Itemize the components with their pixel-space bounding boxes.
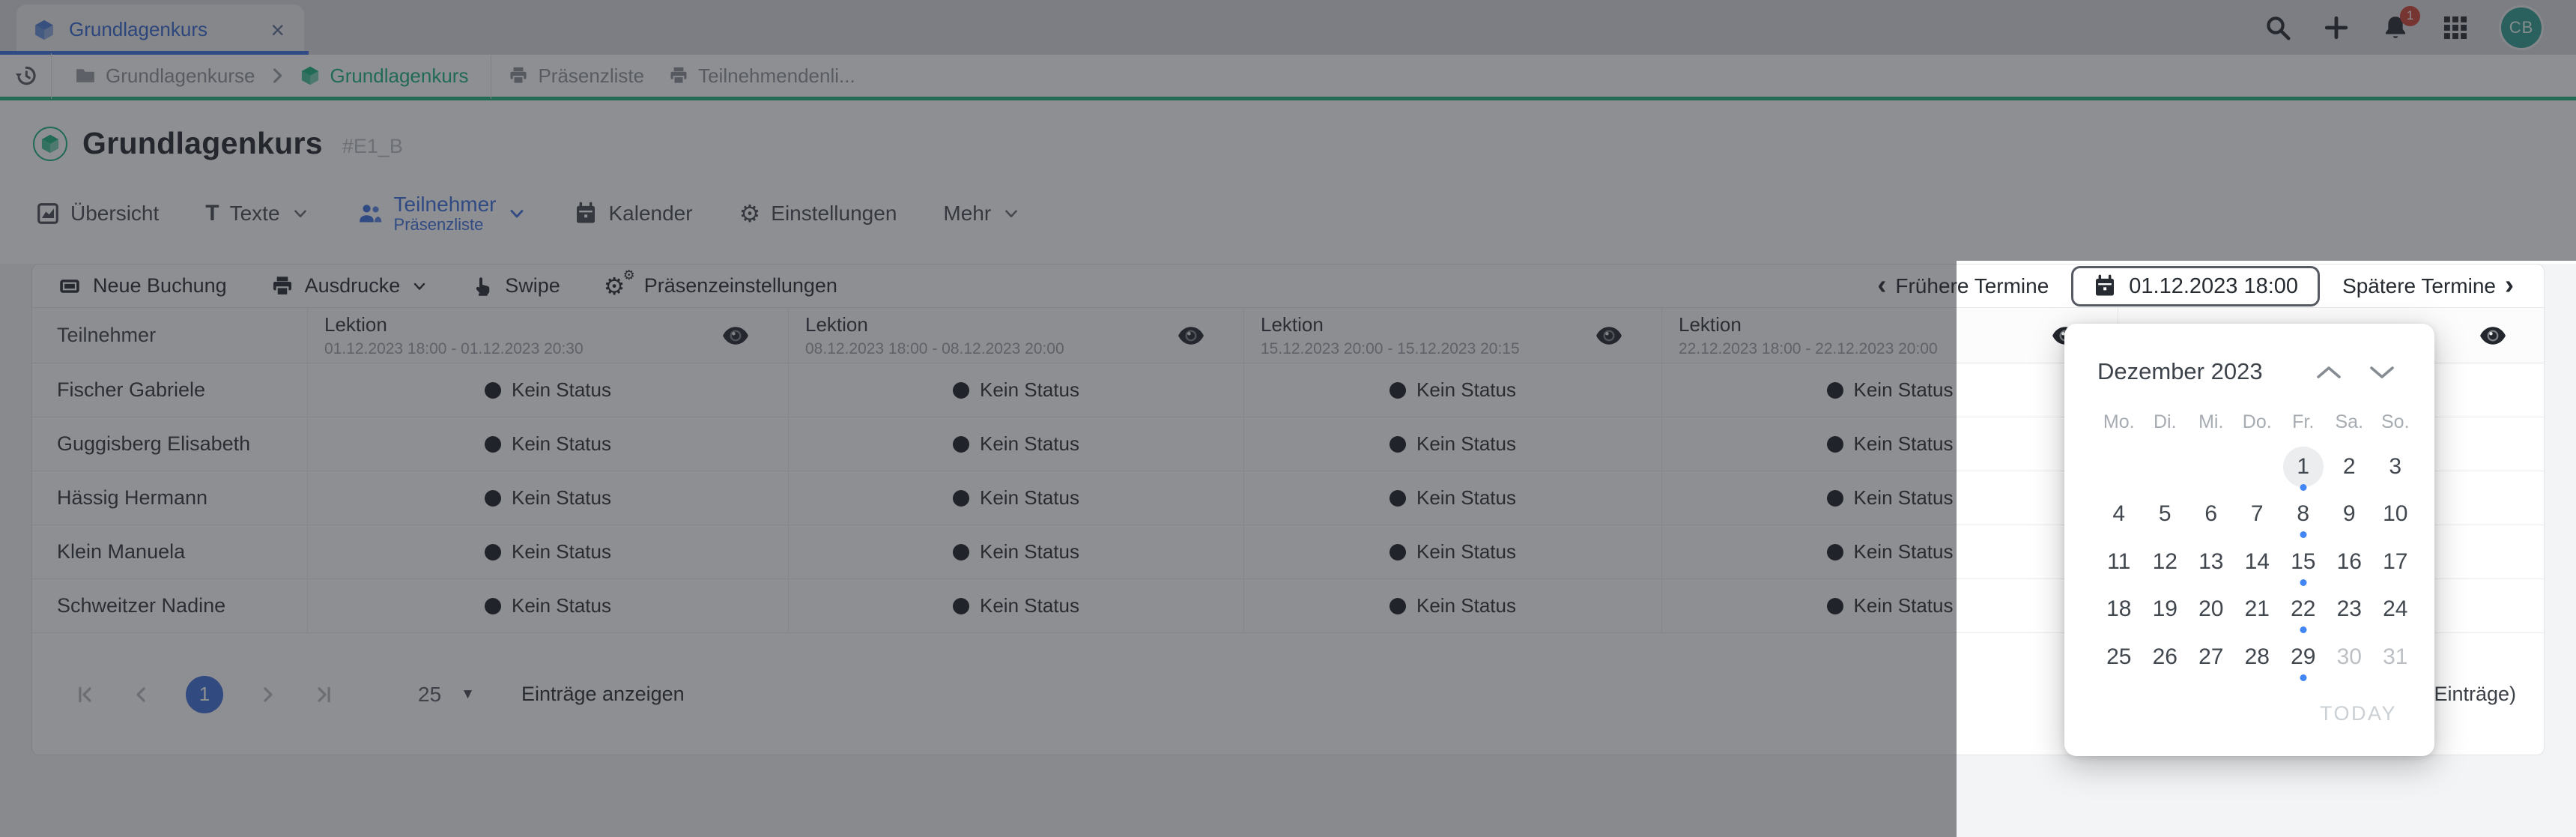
calendar-day[interactable]: 17 (2372, 538, 2419, 586)
calendar-day[interactable]: 4 (2096, 491, 2142, 539)
app-window: Grundlagenkurs × 1 CB Grundlagenkurse (0, 0, 2576, 837)
calendar-day (2096, 443, 2142, 491)
weekday-label: Mi. (2198, 411, 2224, 432)
calendar-day[interactable]: 25 (2096, 633, 2142, 681)
event-dot (2300, 531, 2307, 538)
calendar-day[interactable]: 27 (2188, 633, 2234, 681)
weekday-label: Fr. (2292, 411, 2315, 432)
calendar-day[interactable]: 8 (2280, 491, 2327, 538)
calendar-day-disabled: 31 (2383, 644, 2408, 669)
weekday-label: Sa. (2335, 411, 2364, 432)
calendar-day[interactable]: 3 (2372, 443, 2419, 491)
calendar-day[interactable]: 26 (2142, 633, 2189, 681)
calendar-month-label: Dezember 2023 (2097, 358, 2263, 384)
weekday-label: Do. (2242, 411, 2272, 432)
lesson-date-navigation: ‹ Frühere Termine 01.12.2023 18:00 Späte… (1877, 265, 2514, 308)
calendar-day[interactable]: 21 (2234, 586, 2281, 634)
button-label: Spätere Termine (2342, 274, 2496, 297)
visibility-eye-icon[interactable] (2479, 324, 2506, 347)
calendar-day[interactable]: 19 (2142, 586, 2189, 634)
calendar-day[interactable]: 24 (2372, 586, 2419, 634)
event-dot (2300, 483, 2307, 491)
calendar-day (2188, 443, 2234, 491)
calendar-day[interactable]: 22 (2280, 586, 2327, 633)
today-button[interactable]: TODAY (2320, 702, 2397, 725)
calendar-day (2142, 443, 2189, 491)
calendar-weekday-row: Mo. Di. Mi. Do. Fr. Sa. So. (2096, 411, 2419, 433)
event-dot (2300, 578, 2307, 586)
calendar-day[interactable]: 13 (2188, 538, 2234, 586)
calendar-day[interactable]: 6 (2188, 491, 2234, 539)
calendar-day[interactable]: 11 (2096, 538, 2142, 586)
calendar-icon (2093, 274, 2117, 298)
event-dot (2300, 674, 2307, 681)
modal-dim-overlay[interactable] (0, 261, 1957, 837)
calendar-day-disabled: 30 (2336, 644, 2362, 669)
calendar-day-grid: 1 2 3 4 5 6 7 8 9 10 11 12 13 14 15 16 1… (2096, 443, 2419, 681)
calendar-day[interactable]: 29 (2280, 633, 2327, 681)
weekday-label: Mo. (2103, 411, 2135, 432)
current-date-button[interactable]: 01.12.2023 18:00 (2071, 266, 2321, 306)
calendar-day-selected[interactable]: 1 (2280, 443, 2327, 491)
calendar-day[interactable]: 9 (2327, 491, 2373, 539)
calendar-day[interactable]: 14 (2234, 538, 2281, 586)
calendar-day[interactable]: 12 (2142, 538, 2189, 586)
calendar-day[interactable]: 20 (2188, 586, 2234, 634)
calendar-day[interactable]: 18 (2096, 586, 2142, 634)
modal-dim-overlay[interactable] (0, 0, 2576, 261)
previous-month-icon[interactable] (2314, 363, 2344, 382)
calendar-day[interactable]: 28 (2234, 633, 2281, 681)
weekday-label: So. (2380, 411, 2410, 432)
current-date-value: 01.12.2023 18:00 (2129, 274, 2299, 298)
weekday-label: Di. (2153, 411, 2177, 432)
date-picker-popover: Dezember 2023 Mo. Di. Mi. Do. Fr. Sa. So… (2064, 324, 2434, 756)
calendar-day[interactable]: 15 (2280, 538, 2327, 586)
calendar-day[interactable]: 2 (2327, 443, 2373, 491)
entries-count-fragment: Einträge) (2434, 683, 2516, 705)
calendar-day[interactable]: 10 (2372, 491, 2419, 539)
calendar-day[interactable]: 5 (2142, 491, 2189, 539)
calendar-day[interactable]: 23 (2327, 586, 2373, 634)
calendar-day[interactable]: 16 (2327, 538, 2373, 586)
calendar-day[interactable]: 7 (2234, 491, 2281, 539)
next-month-icon[interactable] (2367, 363, 2397, 382)
event-dot (2300, 626, 2307, 633)
chevron-right-icon: › (2505, 269, 2514, 300)
later-dates-button[interactable]: Spätere Termine › (2342, 269, 2514, 300)
calendar-day (2234, 443, 2281, 491)
